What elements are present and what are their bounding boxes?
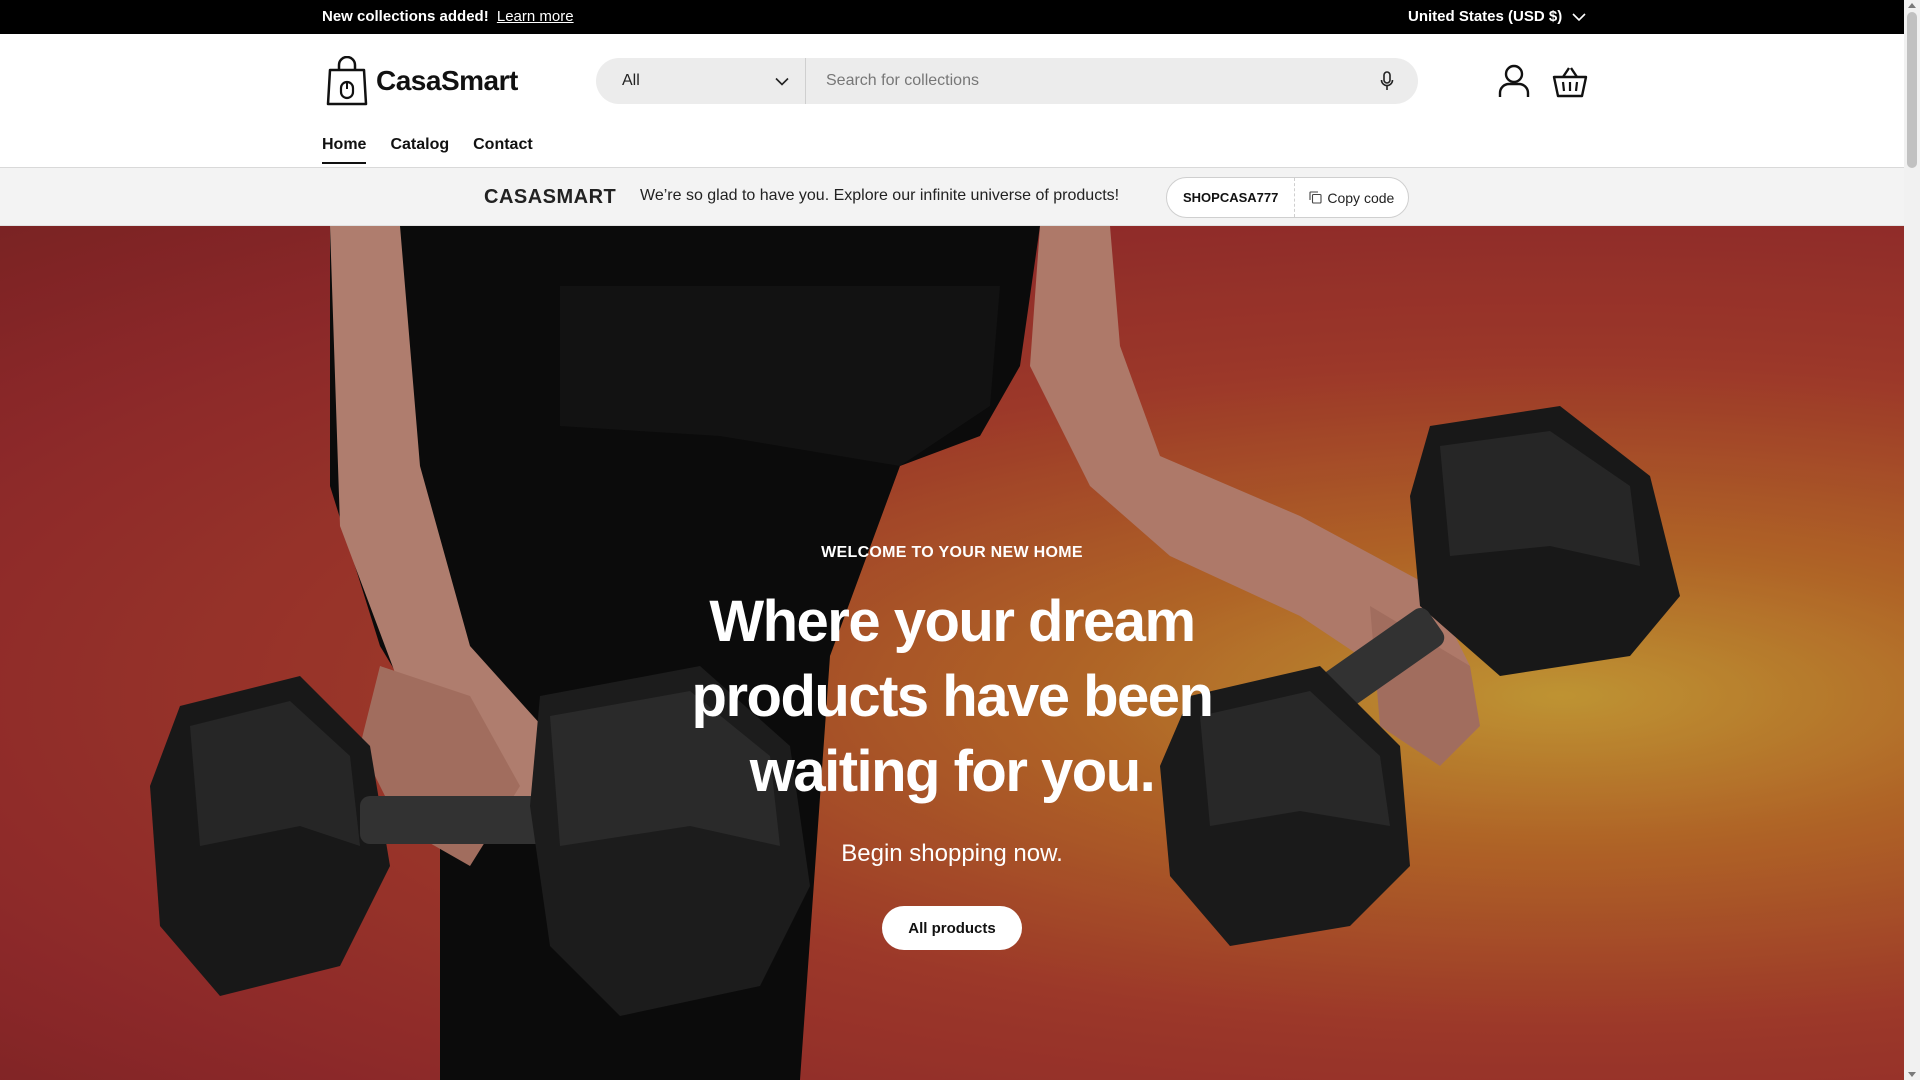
voice-search-button[interactable] — [1356, 58, 1418, 104]
announcement-text: New collections added! — [322, 8, 489, 25]
search-category-label: All — [622, 72, 640, 89]
microphone-icon — [1380, 71, 1394, 90]
site-header: CasaSmart All Home Catalog Contact — [0, 34, 1904, 168]
search-category-select[interactable]: All — [596, 58, 806, 104]
nav-item-contact[interactable]: Contact — [473, 136, 533, 164]
copy-icon — [1309, 191, 1322, 204]
hero-subtitle: Begin shopping now. — [841, 840, 1063, 867]
learn-more-link[interactable]: Learn more — [497, 8, 574, 25]
scroll-down-arrow-icon[interactable] — [1908, 1072, 1916, 1077]
page-scrollbar[interactable] — [1904, 0, 1920, 1080]
discount-code-box: SHOPCASA777 Copy code — [1166, 177, 1410, 218]
all-products-button[interactable]: All products — [882, 906, 1022, 950]
hero-banner: WELCOME TO YOUR NEW HOME Where your drea… — [0, 226, 1904, 1080]
search-input[interactable] — [806, 58, 1356, 104]
promo-strip: CASASMART We’re so glad to have you. Exp… — [0, 168, 1904, 226]
announcement-bar: New collections added! Learn more United… — [0, 0, 1904, 34]
copy-code-label: Copy code — [1327, 189, 1395, 206]
main-nav: Home Catalog Contact — [322, 136, 533, 164]
chevron-down-icon — [775, 77, 789, 86]
scroll-up-arrow-icon[interactable] — [1908, 3, 1916, 8]
account-icon[interactable] — [1498, 64, 1530, 98]
copy-code-button[interactable]: Copy code — [1295, 178, 1408, 217]
search-bar: All — [596, 58, 1418, 104]
promo-text: We’re so glad to have you. Explore our i… — [640, 187, 1120, 204]
announcement-message: New collections added! Learn more — [322, 8, 574, 25]
nav-item-home[interactable]: Home — [322, 136, 367, 164]
scrollbar-thumb[interactable] — [1907, 12, 1917, 168]
hero-title: Where your dream products have been wait… — [691, 589, 1214, 804]
logo[interactable]: CasaSmart — [326, 56, 518, 106]
country-label: United States (USD $) — [1408, 8, 1563, 25]
shopping-bag-logo-icon — [326, 56, 368, 106]
cart-icon[interactable] — [1552, 66, 1588, 98]
discount-code: SHOPCASA777 — [1167, 178, 1296, 217]
nav-item-catalog[interactable]: Catalog — [390, 136, 449, 164]
promo-brand: CASASMART — [484, 186, 617, 208]
chevron-down-icon — [1572, 12, 1586, 21]
country-selector[interactable]: United States (USD $) — [1408, 8, 1586, 25]
logo-text: CasaSmart — [376, 65, 518, 96]
hero-eyebrow: WELCOME TO YOUR NEW HOME — [821, 544, 1083, 561]
